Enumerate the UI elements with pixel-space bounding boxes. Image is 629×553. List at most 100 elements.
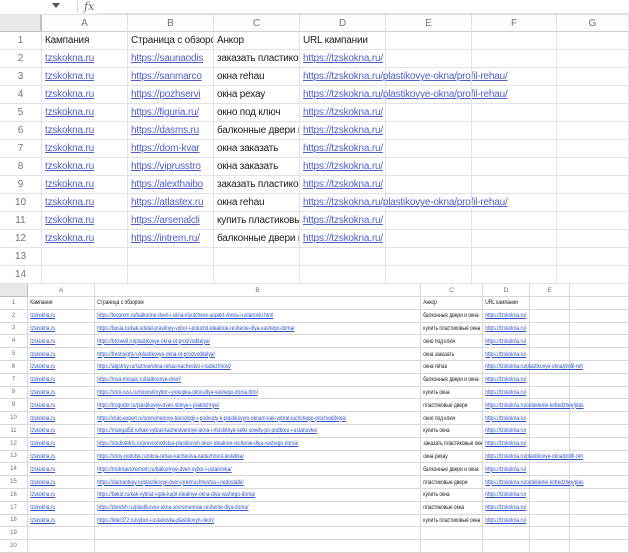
row-header-9[interactable]: 9 [0, 176, 42, 194]
row-header-6[interactable]: 6 [0, 122, 42, 140]
cell-link[interactable]: tzskokna.ru [42, 161, 94, 172]
row-header-12[interactable]: 12 [0, 230, 42, 248]
select-all-corner[interactable] [0, 15, 42, 32]
cell-E11[interactable] [386, 212, 472, 230]
cell-A6[interactable]: tzskokna.ru [42, 122, 128, 140]
cell-B3[interactable]: https://sanmarco [128, 68, 214, 86]
cell-E1[interactable] [386, 32, 472, 50]
cell-link[interactable]: https://atlastex.ru [128, 197, 203, 208]
cell-E2[interactable] [386, 50, 472, 68]
cell-link[interactable]: https://tzskokna.ru/ [300, 125, 383, 136]
cell-D10[interactable]: https://tzskokna.ru/plastikovye-okna/pro… [300, 194, 386, 212]
col-header-B[interactable]: B [128, 15, 214, 32]
cell-link[interactable]: https://tzskokna.ru/ [300, 53, 383, 64]
cell-D7[interactable]: https://tzskokna.ru/ [300, 140, 386, 158]
cell-D5[interactable]: https://tzskokna.ru/ [300, 104, 386, 122]
cell-E6[interactable] [386, 122, 472, 140]
cell-E12[interactable] [386, 230, 472, 248]
cell-E4[interactable] [386, 86, 472, 104]
cell-G6[interactable] [557, 122, 629, 140]
cell-C2[interactable]: заказать пластиковые окна [214, 50, 300, 68]
cell-D3[interactable]: https://tzskokna.ru/plastikovye-okna/pro… [300, 68, 386, 86]
cell-B11[interactable]: https://arsenalcli [128, 212, 214, 230]
cell-E5[interactable] [386, 104, 472, 122]
cell-link[interactable]: tzskokna.ru [42, 215, 94, 226]
cell-E3[interactable] [386, 68, 472, 86]
cell-C8[interactable]: окна заказать [214, 158, 300, 176]
cell-F14[interactable] [472, 266, 557, 284]
cell-link[interactable]: https://saunaodis [128, 53, 203, 64]
cell-A1[interactable]: Кампания [42, 32, 128, 50]
cell-C11[interactable]: купить пластиковые окна [214, 212, 300, 230]
row-header-5[interactable]: 5 [0, 104, 42, 122]
cell-link[interactable]: tzskokna.ru [42, 107, 94, 118]
row-header-10[interactable]: 10 [0, 194, 42, 212]
cell-C5[interactable]: окно под ключ [214, 104, 300, 122]
col-header-G[interactable]: G [557, 15, 629, 32]
cell-E9[interactable] [386, 176, 472, 194]
cell-D1[interactable]: URL кампании [300, 32, 386, 50]
cell-link[interactable]: https://arsenalcli [128, 215, 200, 226]
cell-F8[interactable] [472, 158, 557, 176]
cell-A7[interactable]: tzskokna.ru [42, 140, 128, 158]
cell-B7[interactable]: https://dom-kvar [128, 140, 214, 158]
cell-F11[interactable] [472, 212, 557, 230]
row-header-1[interactable]: 1 [0, 32, 42, 50]
cell-B9[interactable]: https://alexthaibo [128, 176, 214, 194]
cell-C10[interactable]: окна rehau [214, 194, 300, 212]
cell-B10[interactable]: https://atlastex.ru [128, 194, 214, 212]
cell-G4[interactable] [557, 86, 629, 104]
cell-link[interactable]: tzskokna.ru [42, 53, 94, 64]
cell-link[interactable]: https://viprusstro [128, 161, 201, 172]
cell-G11[interactable] [557, 212, 629, 230]
cell-A8[interactable]: tzskokna.ru [42, 158, 128, 176]
cell-F1[interactable] [472, 32, 557, 50]
row-header-8[interactable]: 8 [0, 158, 42, 176]
cell-link[interactable]: https://pozhservi [128, 89, 200, 100]
cell-D9[interactable]: https://tzskokna.ru/ [300, 176, 386, 194]
cell-E13[interactable] [386, 248, 472, 266]
row-header-13[interactable]: 13 [0, 248, 42, 266]
cell-F7[interactable] [472, 140, 557, 158]
cell-link[interactable]: tzskokna.ru [42, 89, 94, 100]
cell-link[interactable]: https://figuria.ru/ [128, 107, 199, 118]
cell-B6[interactable]: https://dasms.ru [128, 122, 214, 140]
cell-F12[interactable] [472, 230, 557, 248]
col-header-D[interactable]: D [300, 15, 386, 32]
col-header-F[interactable]: F [472, 15, 557, 32]
cell-G10[interactable] [557, 194, 629, 212]
cell-A4[interactable]: tzskokna.ru [42, 86, 128, 104]
cell-D8[interactable]: https://tzskokna.ru/ [300, 158, 386, 176]
cell-A14[interactable] [42, 266, 128, 284]
cell-B2[interactable]: https://saunaodis [128, 50, 214, 68]
cell-link[interactable]: https://intrem.ru/ [128, 233, 200, 244]
cell-F13[interactable] [472, 248, 557, 266]
cell-B8[interactable]: https://viprusstro [128, 158, 214, 176]
cell-A9[interactable]: tzskokna.ru [42, 176, 128, 194]
row-header-11[interactable]: 11 [0, 212, 42, 230]
cell-link[interactable]: tzskokna.ru [42, 143, 94, 154]
cell-F3[interactable] [472, 68, 557, 86]
cell-G3[interactable] [557, 68, 629, 86]
row-header-7[interactable]: 7 [0, 140, 42, 158]
cell-link[interactable]: tzskokna.ru [42, 233, 94, 244]
cell-G7[interactable] [557, 140, 629, 158]
cell-G13[interactable] [557, 248, 629, 266]
cell-F2[interactable] [472, 50, 557, 68]
cell-C6[interactable]: балконные двери и окна [214, 122, 300, 140]
cell-link[interactable]: https://tzskokna.ru/ [300, 215, 383, 226]
cell-A5[interactable]: tzskokna.ru [42, 104, 128, 122]
cell-C1[interactable]: Анкор [214, 32, 300, 50]
col-header-A[interactable]: A [42, 15, 128, 32]
cell-F10[interactable] [472, 194, 557, 212]
cell-B4[interactable]: https://pozhservi [128, 86, 214, 104]
cell-D13[interactable] [300, 248, 386, 266]
cell-G5[interactable] [557, 104, 629, 122]
cell-D2[interactable]: https://tzskokna.ru/ [300, 50, 386, 68]
name-box-dropdown-icon[interactable] [52, 3, 60, 8]
cell-F5[interactable] [472, 104, 557, 122]
row-header-3[interactable]: 3 [0, 68, 42, 86]
cell-E8[interactable] [386, 158, 472, 176]
cell-link[interactable]: tzskokna.ru [42, 71, 94, 82]
col-header-C[interactable]: C [214, 15, 300, 32]
